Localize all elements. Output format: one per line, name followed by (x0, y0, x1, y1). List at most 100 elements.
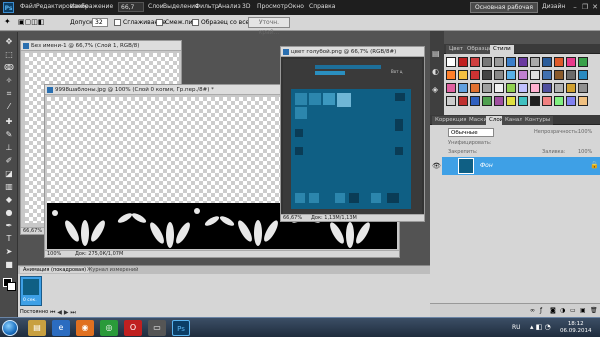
close-icon[interactable]: ✕ (590, 2, 600, 12)
style-swatch[interactable] (566, 96, 576, 106)
eyedropper-tool-icon[interactable]: ⁄ (3, 101, 15, 112)
tolerance-input[interactable]: 32 (92, 18, 108, 27)
marquee-tool-icon[interactable]: ⬚ (3, 49, 15, 60)
adjust-icon[interactable]: ◐ (432, 67, 439, 76)
tab-measurement-log[interactable]: Журнал измерений (84, 267, 141, 273)
blur-tool-icon[interactable]: ◆ (3, 194, 15, 205)
shape-tool-icon[interactable]: ■ (3, 259, 15, 270)
healing-tool-icon[interactable]: ✚ (3, 116, 15, 127)
eraser-tool-icon[interactable]: ◪ (3, 168, 15, 179)
style-swatch[interactable] (482, 83, 492, 93)
style-swatch[interactable] (578, 57, 588, 67)
style-swatch[interactable] (554, 96, 564, 106)
style-swatch[interactable] (566, 83, 576, 93)
opera-icon[interactable]: O (124, 320, 142, 336)
style-swatch[interactable] (518, 96, 528, 106)
menu-help[interactable]: Справка (309, 3, 335, 10)
style-swatch[interactable] (542, 70, 552, 80)
style-swatch[interactable] (518, 57, 528, 67)
tab-adjustments[interactable]: Коррекция (432, 116, 470, 125)
minimize-icon[interactable]: – (570, 2, 580, 12)
menu-image[interactable]: Изображение (70, 3, 113, 10)
blend-mode-select[interactable]: Обычные (448, 128, 494, 137)
explorer-icon[interactable]: ▤ (28, 320, 46, 336)
visibility-eye-icon[interactable]: 👁 (432, 162, 441, 170)
menu-window[interactable]: Окно (288, 3, 304, 10)
background-color[interactable] (7, 282, 16, 291)
style-swatch[interactable] (482, 96, 492, 106)
ie-icon[interactable]: e (52, 320, 70, 336)
loop-select[interactable]: Постоянно (20, 309, 48, 315)
clock[interactable]: 18:12 06.09.2014 (560, 321, 592, 335)
pen-tool-icon[interactable]: ✒ (3, 220, 15, 231)
restore-icon[interactable]: ❐ (580, 2, 590, 12)
style-swatch[interactable] (566, 57, 576, 67)
style-swatch[interactable] (470, 57, 480, 67)
style-swatch[interactable] (458, 96, 468, 106)
style-swatch[interactable] (554, 83, 564, 93)
path-select-icon[interactable]: ➤ (3, 246, 15, 257)
style-swatch[interactable] (542, 57, 552, 67)
style-swatch[interactable] (518, 83, 528, 93)
firefox-icon[interactable]: ◉ (76, 320, 94, 336)
style-swatch[interactable] (446, 57, 456, 67)
layer-row-background[interactable]: 👁 Фон 🔒 (432, 157, 600, 175)
menu-3d[interactable]: 3D (242, 3, 250, 10)
adjustment-icon[interactable]: ◑ (560, 307, 565, 314)
document-window-3[interactable]: цвет голубой.png @ 66,7% (RGB/8#) Вот ц … (280, 46, 425, 222)
style-swatch[interactable] (458, 57, 468, 67)
opacity-value[interactable]: 100% (578, 129, 592, 135)
style-swatch[interactable] (458, 83, 468, 93)
move-tool-icon[interactable]: ✥ (3, 36, 15, 47)
tab-styles[interactable]: Стили (490, 45, 514, 54)
link-icon[interactable]: ∞ (530, 307, 535, 314)
playback-controls-icon[interactable]: ⏮ ◀ ▶ ⏭ (50, 309, 76, 317)
history-brush-icon[interactable]: ✐ (3, 155, 15, 166)
style-swatch[interactable] (530, 83, 540, 93)
style-swatch[interactable] (506, 70, 516, 80)
style-swatch[interactable] (446, 83, 456, 93)
style-swatch[interactable] (494, 96, 504, 106)
sample-all-checkbox[interactable] (192, 19, 199, 26)
new-layer-icon[interactable]: ▣ (580, 307, 586, 314)
style-swatch[interactable] (578, 70, 588, 80)
gradient-tool-icon[interactable]: ▥ (3, 181, 15, 192)
style-swatch[interactable] (530, 70, 540, 80)
antialias-checkbox[interactable] (114, 19, 121, 26)
style-swatch[interactable] (530, 57, 540, 67)
magic-wand-tool-icon[interactable]: ✧ (3, 75, 15, 86)
frame-delay[interactable]: 0 сек. (23, 298, 37, 303)
selection-mode-icon[interactable]: ▣▢◫◧ (18, 18, 44, 26)
animation-frame-1[interactable]: 0 сек. (20, 276, 42, 306)
menu-select[interactable]: Выделение (163, 3, 199, 10)
crop-tool-icon[interactable]: ⌗ (3, 88, 15, 99)
computer-icon[interactable]: ▭ (148, 320, 166, 336)
tray-icons[interactable]: ▴ ◧ ◔ (530, 323, 551, 331)
start-button-icon[interactable] (2, 320, 18, 336)
style-swatch[interactable] (470, 70, 480, 80)
style-swatch[interactable] (554, 70, 564, 80)
style-swatch[interactable] (494, 70, 504, 80)
style-swatch[interactable] (482, 70, 492, 80)
style-swatch[interactable] (554, 57, 564, 67)
stamp-tool-icon[interactable]: ⊥ (3, 142, 15, 153)
style-swatch[interactable] (506, 57, 516, 67)
type-tool-icon[interactable]: T (3, 233, 15, 244)
style-swatch[interactable] (482, 57, 492, 67)
design-workspace[interactable]: Дизайн (542, 3, 565, 10)
layer-name[interactable]: Фон (480, 162, 493, 169)
refine-edge-button[interactable]: Уточн. край... (248, 17, 290, 36)
brush-tool-icon[interactable]: ✎ (3, 129, 15, 140)
style-swatch[interactable] (542, 96, 552, 106)
magic-wand-icon[interactable]: ✦ (4, 17, 11, 26)
trash-icon[interactable]: 🗑 (590, 307, 598, 314)
dodge-tool-icon[interactable]: ● (3, 207, 15, 218)
menu-file[interactable]: Файл (20, 3, 37, 10)
menu-layers[interactable]: Слои (148, 3, 164, 10)
style-swatch[interactable] (494, 57, 504, 67)
style-swatch[interactable] (578, 96, 588, 106)
lasso-tool-icon[interactable]: ↂ (3, 62, 15, 73)
style-swatch[interactable] (530, 96, 540, 106)
language-indicator[interactable]: RU (512, 324, 521, 331)
fill-value[interactable]: 100% (578, 149, 592, 155)
